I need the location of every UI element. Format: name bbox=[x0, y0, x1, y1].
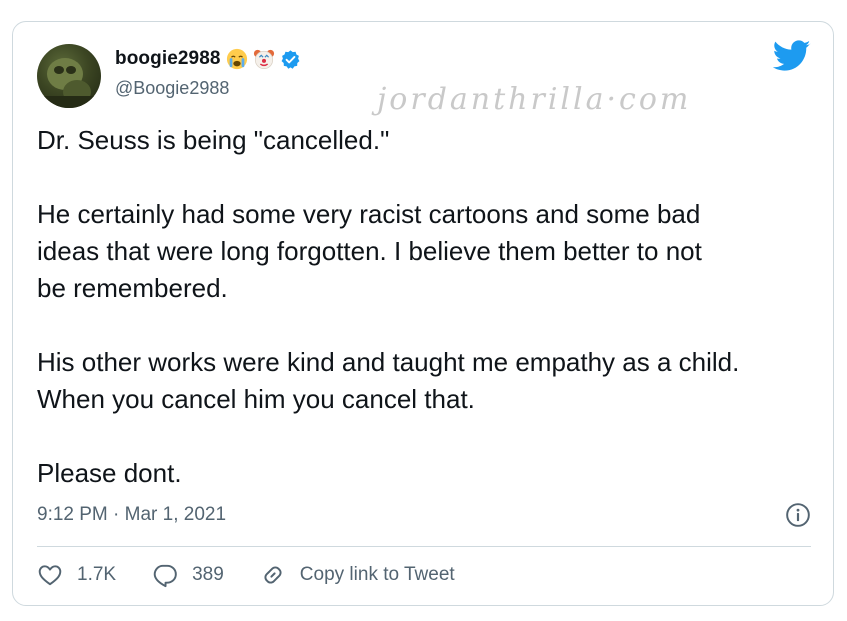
reply-icon bbox=[153, 564, 177, 588]
divider bbox=[37, 546, 811, 547]
verified-badge-icon bbox=[281, 49, 299, 69]
avatar[interactable] bbox=[37, 44, 101, 108]
user-handle[interactable]: @Boogie2988 bbox=[115, 78, 229, 99]
like-count: 1.7K bbox=[77, 564, 117, 585]
info-icon[interactable] bbox=[785, 502, 811, 528]
tweet-line: ideas that were long forgotten. I believ… bbox=[37, 236, 702, 266]
tweet-line: be remembered. bbox=[37, 273, 228, 303]
tweet-text: Dr. Seuss is being "cancelled." He certa… bbox=[37, 122, 827, 492]
heart-icon bbox=[38, 565, 62, 586]
tweet-line: His other works were kind and taught me … bbox=[37, 347, 740, 377]
tweet-line: When you cancel him you cancel that. bbox=[37, 384, 475, 414]
watermark: jordanthrilla·com bbox=[377, 82, 692, 117]
tweet-card: boogie2988 @Boogie2988 jordanthrilla·com bbox=[12, 21, 834, 606]
tweet-line: Please dont. bbox=[37, 458, 182, 488]
copy-link-button[interactable]: Copy link to Tweet bbox=[260, 562, 455, 588]
clown-face-emoji-icon bbox=[253, 49, 274, 69]
twitter-bird-icon[interactable] bbox=[773, 40, 811, 72]
action-bar: 1.7K 389 Copy link to Tweet bbox=[37, 562, 491, 588]
reply-button[interactable]: 389 bbox=[152, 562, 224, 588]
tweet-line: He certainly had some very racist cartoo… bbox=[37, 199, 701, 229]
crying-face-emoji-icon bbox=[226, 48, 247, 70]
name-row: boogie2988 bbox=[115, 48, 301, 70]
link-icon bbox=[264, 566, 282, 584]
like-button[interactable]: 1.7K bbox=[37, 562, 116, 588]
tweet-timestamp[interactable]: 9:12 PM · Mar 1, 2021 bbox=[37, 504, 226, 526]
tweet-line: Dr. Seuss is being "cancelled." bbox=[37, 125, 390, 155]
display-name[interactable]: boogie2988 bbox=[115, 48, 221, 70]
reply-count: 389 bbox=[192, 564, 224, 585]
copy-link-label: Copy link to Tweet bbox=[299, 564, 455, 585]
avatar-image bbox=[37, 58, 101, 108]
